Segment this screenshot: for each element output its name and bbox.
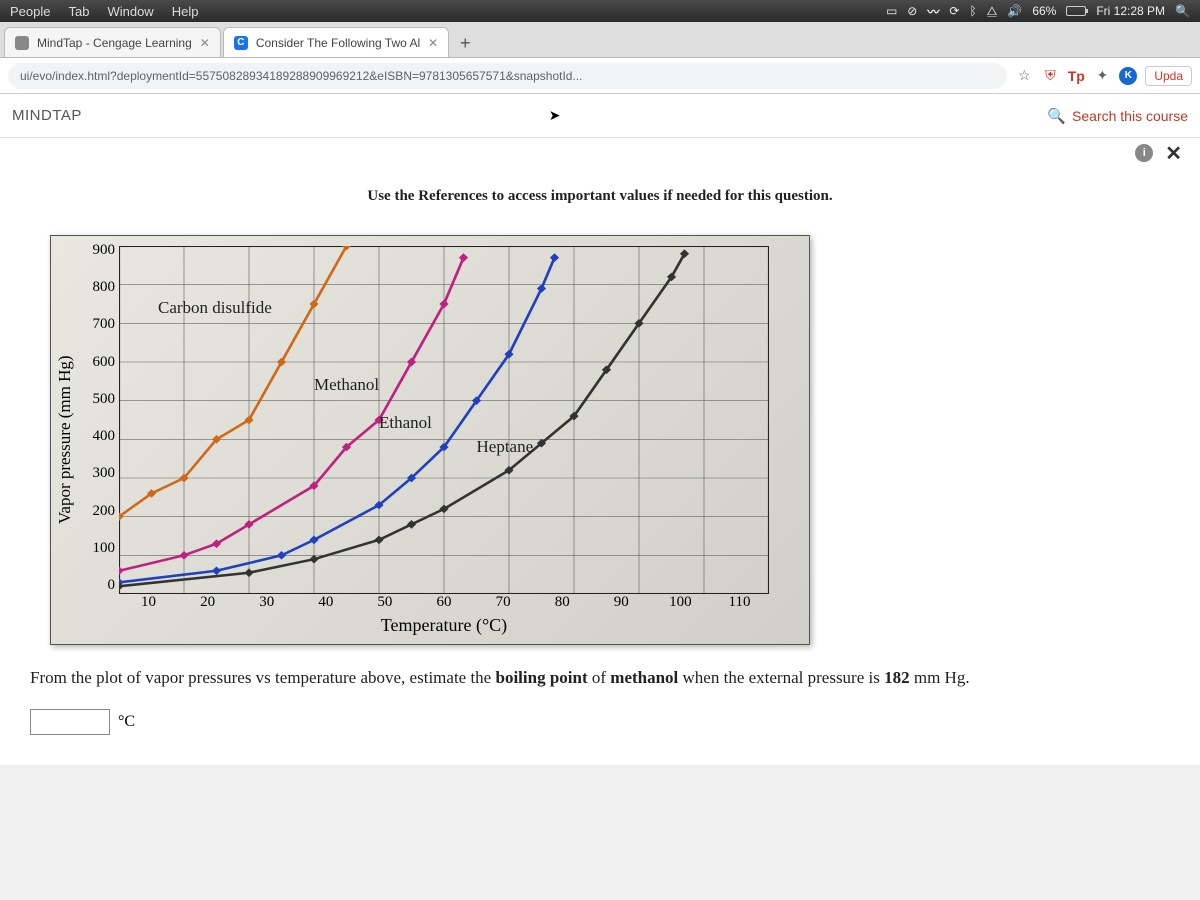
video-icon: ▭ <box>886 4 897 18</box>
search-course[interactable]: 🔍 Search this course <box>1047 107 1188 125</box>
shield-icon[interactable]: ⛨ <box>1041 67 1059 85</box>
answer-row: °C <box>30 709 1170 735</box>
chart-y-axis-label: Vapor pressure (mm Hg) <box>51 236 79 644</box>
k-badge[interactable]: K <box>1119 67 1137 85</box>
question-text: From the plot of vapor pressures vs temp… <box>30 665 1170 691</box>
series-label: Methanol <box>314 375 379 395</box>
battery-percent: 66% <box>1032 4 1056 18</box>
series-label: Heptane <box>477 437 534 457</box>
series-label: Carbon disulfide <box>158 298 272 318</box>
battery-icon <box>1066 6 1086 16</box>
chart-x-axis-label: Temperature (°C) <box>79 611 809 644</box>
tp-icon[interactable]: Tp <box>1067 67 1085 85</box>
extension-icon[interactable]: ✦ <box>1093 67 1111 85</box>
tab-mindtap[interactable]: MindTap - Cengage Learning ✕ <box>4 27 221 57</box>
sync-icon: ⟳ <box>949 4 959 18</box>
chart-x-ticks: 102030405060708090100110 <box>79 594 809 611</box>
tab-title: Consider The Following Two Al <box>256 36 420 50</box>
boiling-point-input[interactable] <box>30 709 110 735</box>
spotlight-icon[interactable]: 🔍 <box>1175 4 1190 18</box>
tab-consider[interactable]: C Consider The Following Two Al ✕ <box>223 27 449 57</box>
wifi-icon: ⧋ <box>987 4 998 19</box>
panel-controls: i ✕ <box>0 138 1200 168</box>
tab-title: MindTap - Cengage Learning <box>37 36 192 50</box>
chart-plot-area: Carbon disulfide MethanolEthanol Heptane <box>119 246 769 594</box>
menu-tab[interactable]: Tab <box>68 4 89 19</box>
browser-tab-strip: MindTap - Cengage Learning ✕ C Consider … <box>0 22 1200 58</box>
references-hint: Use the References to access important v… <box>30 188 1170 205</box>
new-tab-button[interactable]: + <box>451 29 479 57</box>
m-icon: 〰 <box>927 3 939 20</box>
close-icon[interactable]: ✕ <box>428 36 438 50</box>
volume-icon: 🔊 <box>1007 4 1022 18</box>
update-button[interactable]: Upda <box>1145 66 1192 86</box>
search-icon: 🔍 <box>1047 107 1066 125</box>
url-bar[interactable]: ui/evo/index.html?deploymentId=557508289… <box>8 63 1007 89</box>
search-course-label: Search this course <box>1072 108 1188 124</box>
vapor-pressure-chart: Vapor pressure (mm Hg) 90080070060050040… <box>50 235 810 645</box>
close-panel-icon[interactable]: ✕ <box>1165 141 1182 166</box>
menu-window[interactable]: Window <box>107 4 153 19</box>
star-icon[interactable]: ☆ <box>1015 67 1033 85</box>
mindtap-title: MINDTAP <box>12 107 82 124</box>
url-bar-row: ui/evo/index.html?deploymentId=557508289… <box>0 58 1200 94</box>
chart-y-ticks: 9008007006005004003002001000 <box>79 236 119 594</box>
menu-people[interactable]: People <box>10 4 50 19</box>
info-icon[interactable]: i <box>1135 144 1153 162</box>
bluetooth-icon: ᛒ <box>969 4 976 18</box>
mindtap-header: MINDTAP ➤ 🔍 Search this course <box>0 94 1200 138</box>
unit-label: °C <box>118 713 135 731</box>
close-icon[interactable]: ✕ <box>200 36 210 50</box>
question-content: Use the References to access important v… <box>0 168 1200 765</box>
menu-help[interactable]: Help <box>172 4 199 19</box>
favicon-c: C <box>234 36 248 50</box>
clock: Fri 12:28 PM <box>1096 4 1165 18</box>
cursor-icon: ➤ <box>549 107 561 124</box>
series-label: Ethanol <box>379 413 432 433</box>
stop-icon: ⊘ <box>907 4 917 18</box>
url-text: ui/evo/index.html?deploymentId=557508289… <box>20 69 582 83</box>
mac-menubar: People Tab Window Help ▭ ⊘ 〰 ⟳ ᛒ ⧋ 🔊 66%… <box>0 0 1200 22</box>
favicon-blank <box>15 36 29 50</box>
